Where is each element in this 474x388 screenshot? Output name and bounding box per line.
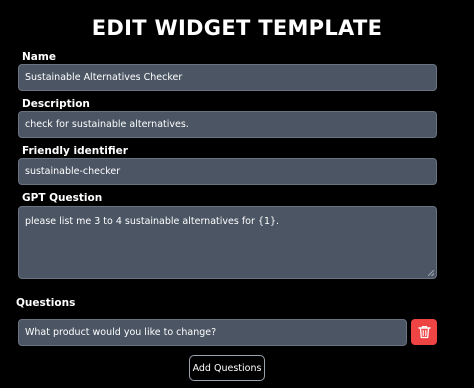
- gpt-question-label: GPT Question: [22, 192, 103, 204]
- resize-handle-icon[interactable]: [428, 270, 434, 276]
- description-label: Description: [22, 98, 90, 110]
- question-input[interactable]: What product would you like to change?: [18, 319, 407, 346]
- friendly-identifier-input-value: sustainable-checker: [25, 166, 121, 177]
- questions-label: Questions: [16, 297, 76, 309]
- delete-question-button[interactable]: [411, 319, 437, 345]
- name-input-value: Sustainable Alternatives Checker: [25, 72, 183, 83]
- question-input-value: What product would you like to change?: [25, 327, 217, 338]
- trash-icon: [417, 325, 431, 339]
- add-questions-button[interactable]: Add Questions: [189, 355, 265, 381]
- page-title: EDIT WIDGET TEMPLATE: [91, 16, 383, 40]
- description-input-value: check for sustainable alternatives.: [25, 119, 189, 130]
- friendly-identifier-label: Friendly identifier: [22, 145, 128, 157]
- friendly-identifier-input[interactable]: sustainable-checker: [18, 158, 437, 185]
- gpt-question-textarea-value: please list me 3 to 4 sustainable altern…: [25, 216, 280, 227]
- gpt-question-textarea[interactable]: please list me 3 to 4 sustainable altern…: [18, 206, 437, 279]
- description-input[interactable]: check for sustainable alternatives.: [18, 111, 437, 138]
- name-label: Name: [22, 51, 56, 63]
- name-input[interactable]: Sustainable Alternatives Checker: [18, 64, 437, 91]
